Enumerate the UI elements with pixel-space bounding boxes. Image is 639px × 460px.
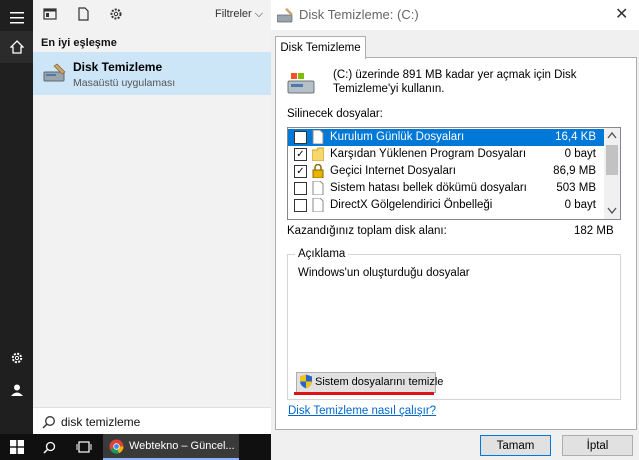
file-size: 86,9 MB: [553, 165, 596, 177]
file-name: Geçici Internet Dosyaları: [330, 165, 456, 177]
ok-button[interactable]: Tamam: [480, 435, 551, 456]
total-space-label: Kazandığınız toplam disk alanı:: [287, 225, 447, 237]
home-button[interactable]: [0, 31, 33, 63]
search-result-disk-cleanup[interactable]: Disk Temizleme Masaüstü uygulaması: [33, 52, 271, 95]
home-icon: [9, 40, 24, 54]
result-title: Disk Temizleme: [73, 60, 163, 74]
clean-system-files-label: Sistem dosyalarını temizle: [315, 376, 444, 388]
file-row[interactable]: ✓ Geçici Internet Dosyaları 86,9 MB: [288, 163, 604, 180]
file-row[interactable]: Kurulum Günlük Dosyaları 16,4 KB: [288, 129, 604, 146]
file-name: Kurulum Günlük Dosyaları: [330, 131, 465, 143]
description-text: Windows'un oluşturduğu dosyalar: [298, 267, 470, 279]
disk-cleanup-title-icon: [277, 8, 293, 23]
apps-icon[interactable]: [42, 6, 58, 22]
total-space-value: 182 MB: [574, 225, 614, 237]
file-checkbox[interactable]: ✓: [294, 165, 307, 178]
file-checkbox[interactable]: ✓: [294, 148, 307, 161]
result-subtitle: Masaüstü uygulaması: [73, 77, 176, 89]
clean-system-files-button[interactable]: Sistem dosyalarını temizle: [296, 372, 443, 393]
scroll-up-icon[interactable]: [607, 131, 617, 139]
intro-text: (C:) üzerinde 891 MB kadar yer açmak içi…: [333, 69, 577, 95]
close-button[interactable]: ✕: [615, 4, 628, 24]
search-icon: [42, 416, 55, 429]
file-checkbox[interactable]: [294, 182, 307, 195]
start-nav-rail: [0, 0, 33, 434]
disk-cleanup-dialog: Disk Temizleme: (C:) ✕ Disk Temizleme (C…: [271, 0, 639, 460]
description-legend: Açıklama: [295, 248, 349, 260]
hamburger-icon: [9, 12, 24, 24]
file-size: 503 MB: [556, 182, 596, 194]
file-size: 0 bayt: [564, 148, 596, 160]
hamburger-menu-button[interactable]: [0, 2, 33, 34]
file-checkbox[interactable]: [294, 199, 307, 212]
folder-icon: [312, 147, 324, 161]
file-icon: [312, 130, 324, 144]
file-row[interactable]: DirectX Gölgelendirici Önbelleği 0 bayt: [288, 197, 604, 214]
task-view-icon: [76, 441, 91, 453]
file-icon: [312, 198, 324, 212]
start-button[interactable]: [0, 434, 33, 460]
disk-cleanup-app-icon: [43, 63, 66, 82]
taskbar-chrome-label: Webtekno – Güncel...: [129, 440, 235, 452]
start-search-panel: Filtreler ⌵ En iyi eşleşme Disk Temizlem…: [33, 0, 271, 435]
file-name: Sistem hatası bellek dökümü dosyaları: [330, 182, 527, 194]
close-icon: ✕: [615, 6, 629, 23]
user-icon: [10, 384, 23, 396]
file-row[interactable]: ✓ Karşıdan Yüklenen Program Dosyaları 0 …: [288, 146, 604, 163]
web-gear-icon[interactable]: [108, 6, 124, 22]
filters-label: Filtreler: [215, 8, 252, 20]
gear-icon: [11, 352, 22, 364]
file-row[interactable]: Sistem hatası bellek dökümü dosyaları 50…: [288, 180, 604, 197]
search-icon: [43, 441, 56, 454]
chrome-icon: [109, 439, 124, 454]
file-name: DirectX Gölgelendirici Önbelleği: [330, 199, 493, 211]
help-link[interactable]: Disk Temizleme nasıl çalışır?: [288, 405, 436, 417]
windows-logo-icon: [9, 440, 24, 454]
scroll-thumb[interactable]: [606, 145, 618, 175]
file-name: Karşıdan Yüklenen Program Dosyaları: [330, 148, 527, 160]
best-match-heading: En iyi eşleşme: [41, 37, 117, 49]
chevron-down-icon: ⌵: [254, 8, 264, 20]
annotation-underline: [294, 392, 434, 395]
task-view-button[interactable]: [67, 434, 100, 460]
uac-shield-icon: [300, 374, 312, 389]
dialog-titlebar: Disk Temizleme: (C:) ✕: [271, 0, 639, 30]
settings-button[interactable]: [0, 342, 33, 374]
search-box[interactable]: disk temizleme: [33, 407, 271, 435]
search-input[interactable]: disk temizleme: [61, 415, 140, 429]
files-listbox[interactable]: Kurulum Günlük Dosyaları 16,4 KB ✓ Karşı…: [287, 127, 621, 220]
cancel-button[interactable]: İptal: [562, 435, 633, 456]
listbox-scrollbar[interactable]: [604, 128, 620, 219]
taskbar-search-button[interactable]: [33, 434, 66, 460]
taskbar-chrome-window[interactable]: Webtekno – Güncel...: [103, 434, 239, 460]
hard-drive-icon: [287, 73, 315, 94]
filters-dropdown[interactable]: Filtreler ⌵: [215, 8, 263, 21]
files-to-delete-label: Silinecek dosyalar:: [287, 108, 383, 120]
file-icon: [312, 181, 324, 195]
search-filter-bar: Filtreler ⌵: [33, 0, 271, 30]
lock-icon: [312, 164, 324, 178]
scroll-down-icon[interactable]: [607, 207, 617, 215]
dialog-title: Disk Temizleme: (C:): [299, 7, 419, 22]
file-checkbox[interactable]: [294, 131, 307, 144]
document-icon[interactable]: [75, 6, 91, 22]
tab-disk-cleanup[interactable]: Disk Temizleme: [275, 36, 366, 59]
file-size: 16,4 KB: [555, 131, 596, 143]
user-button[interactable]: [0, 374, 33, 406]
file-size: 0 bayt: [564, 199, 596, 211]
